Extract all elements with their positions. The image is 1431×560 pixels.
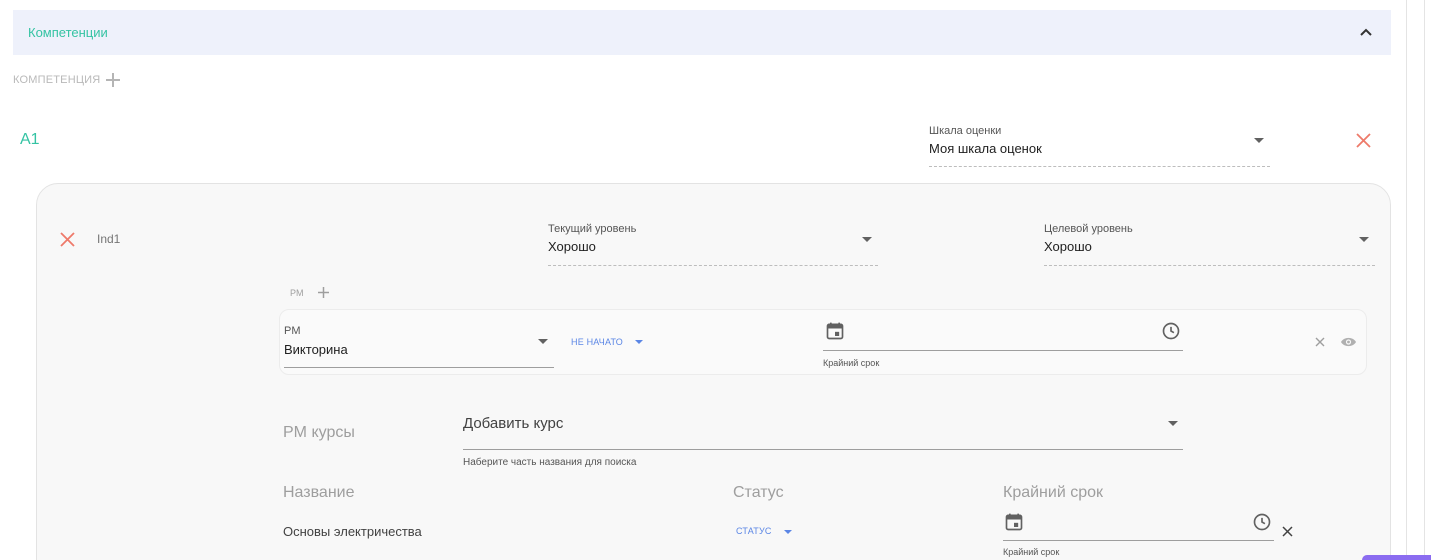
clock-icon[interactable]	[1161, 321, 1181, 341]
field-underline	[1044, 265, 1375, 266]
competence-add-label: КОМПЕТЕНЦИЯ	[13, 74, 101, 86]
add-course-select[interactable]: Добавить курс	[463, 412, 1183, 450]
course-name: Основы электричества	[283, 524, 422, 539]
floating-button-edge[interactable]	[1362, 555, 1431, 560]
pm-deadline-label: Крайний срок	[823, 358, 880, 368]
scroll-divider	[1406, 0, 1407, 560]
remove-pm-icon[interactable]	[1315, 337, 1325, 347]
field-underline	[929, 166, 1270, 167]
pm-status-value: НЕ НАЧАТО	[571, 337, 623, 347]
add-course-placeholder: Добавить курс	[463, 415, 564, 432]
scale-label: Шкала оценки	[929, 125, 1002, 137]
status-caret-icon	[784, 530, 792, 534]
clock-icon[interactable]	[1252, 512, 1272, 532]
current-level-select[interactable]: Текущий уровень Хорошо	[548, 222, 878, 266]
page: Компетенции КОМПЕТЕНЦИЯ A1 Шкала оценки …	[0, 0, 1431, 560]
dropdown-caret-icon	[1254, 138, 1264, 143]
deadline-underline	[823, 350, 1183, 351]
deadline-underline	[1003, 540, 1274, 541]
course-deadline-label: Крайний срок	[1003, 547, 1060, 557]
scroll-divider-outer	[1424, 0, 1425, 560]
calendar-icon[interactable]	[825, 321, 845, 341]
field-underline	[463, 449, 1183, 450]
section-title: Компетенции	[28, 25, 108, 40]
pm-courses-label: PM курсы	[283, 424, 355, 441]
pm-select-label: PM	[284, 325, 301, 337]
remove-indicator-icon[interactable]	[60, 232, 75, 247]
current-level-value: Хорошо	[548, 239, 596, 254]
scale-value: Моя шкала оценок	[929, 141, 1042, 156]
eye-icon[interactable]	[1340, 335, 1357, 349]
pm-add-label: PM	[290, 288, 304, 298]
dropdown-caret-icon	[862, 237, 872, 242]
add-pm-icon[interactable]	[318, 287, 329, 298]
remove-course-icon[interactable]	[1282, 526, 1293, 537]
dropdown-caret-icon	[1168, 421, 1178, 426]
target-level-label: Целевой уровень	[1044, 223, 1133, 235]
indicator-name: Ind1	[97, 232, 121, 246]
course-status-value: СТАТУС	[736, 526, 772, 536]
column-header-deadline: Крайний срок	[1003, 484, 1104, 501]
status-caret-icon	[635, 340, 643, 344]
chevron-up-icon[interactable]	[1359, 25, 1373, 39]
current-level-label: Текущий уровень	[548, 223, 637, 235]
column-header-name: Название	[283, 484, 355, 501]
search-hint: Наберите часть названия для поиска	[463, 457, 637, 468]
pm-select[interactable]: PM Викторина	[284, 324, 554, 368]
remove-competence-icon[interactable]	[1356, 133, 1371, 148]
table-row: Основы электричества СТАТУС Крайний срок	[283, 510, 1303, 560]
field-underline	[284, 367, 554, 368]
competence-name: A1	[20, 131, 40, 148]
course-status-select[interactable]: СТАТУС	[736, 526, 806, 540]
target-level-select[interactable]: Целевой уровень Хорошо	[1044, 222, 1375, 266]
add-competence-icon[interactable]	[105, 72, 121, 88]
dropdown-caret-icon	[1359, 237, 1369, 242]
pm-select-value: Викторина	[284, 342, 348, 357]
pm-status-select[interactable]: НЕ НАЧАТО	[571, 336, 651, 350]
target-level-value: Хорошо	[1044, 239, 1092, 254]
calendar-icon[interactable]	[1004, 512, 1024, 532]
column-header-status: Статус	[733, 484, 784, 501]
competencies-section-header[interactable]: Компетенции	[13, 10, 1391, 55]
dropdown-caret-icon	[538, 339, 548, 344]
scale-select[interactable]: Шкала оценки Моя шкала оценок	[929, 124, 1270, 168]
field-underline	[548, 265, 878, 266]
